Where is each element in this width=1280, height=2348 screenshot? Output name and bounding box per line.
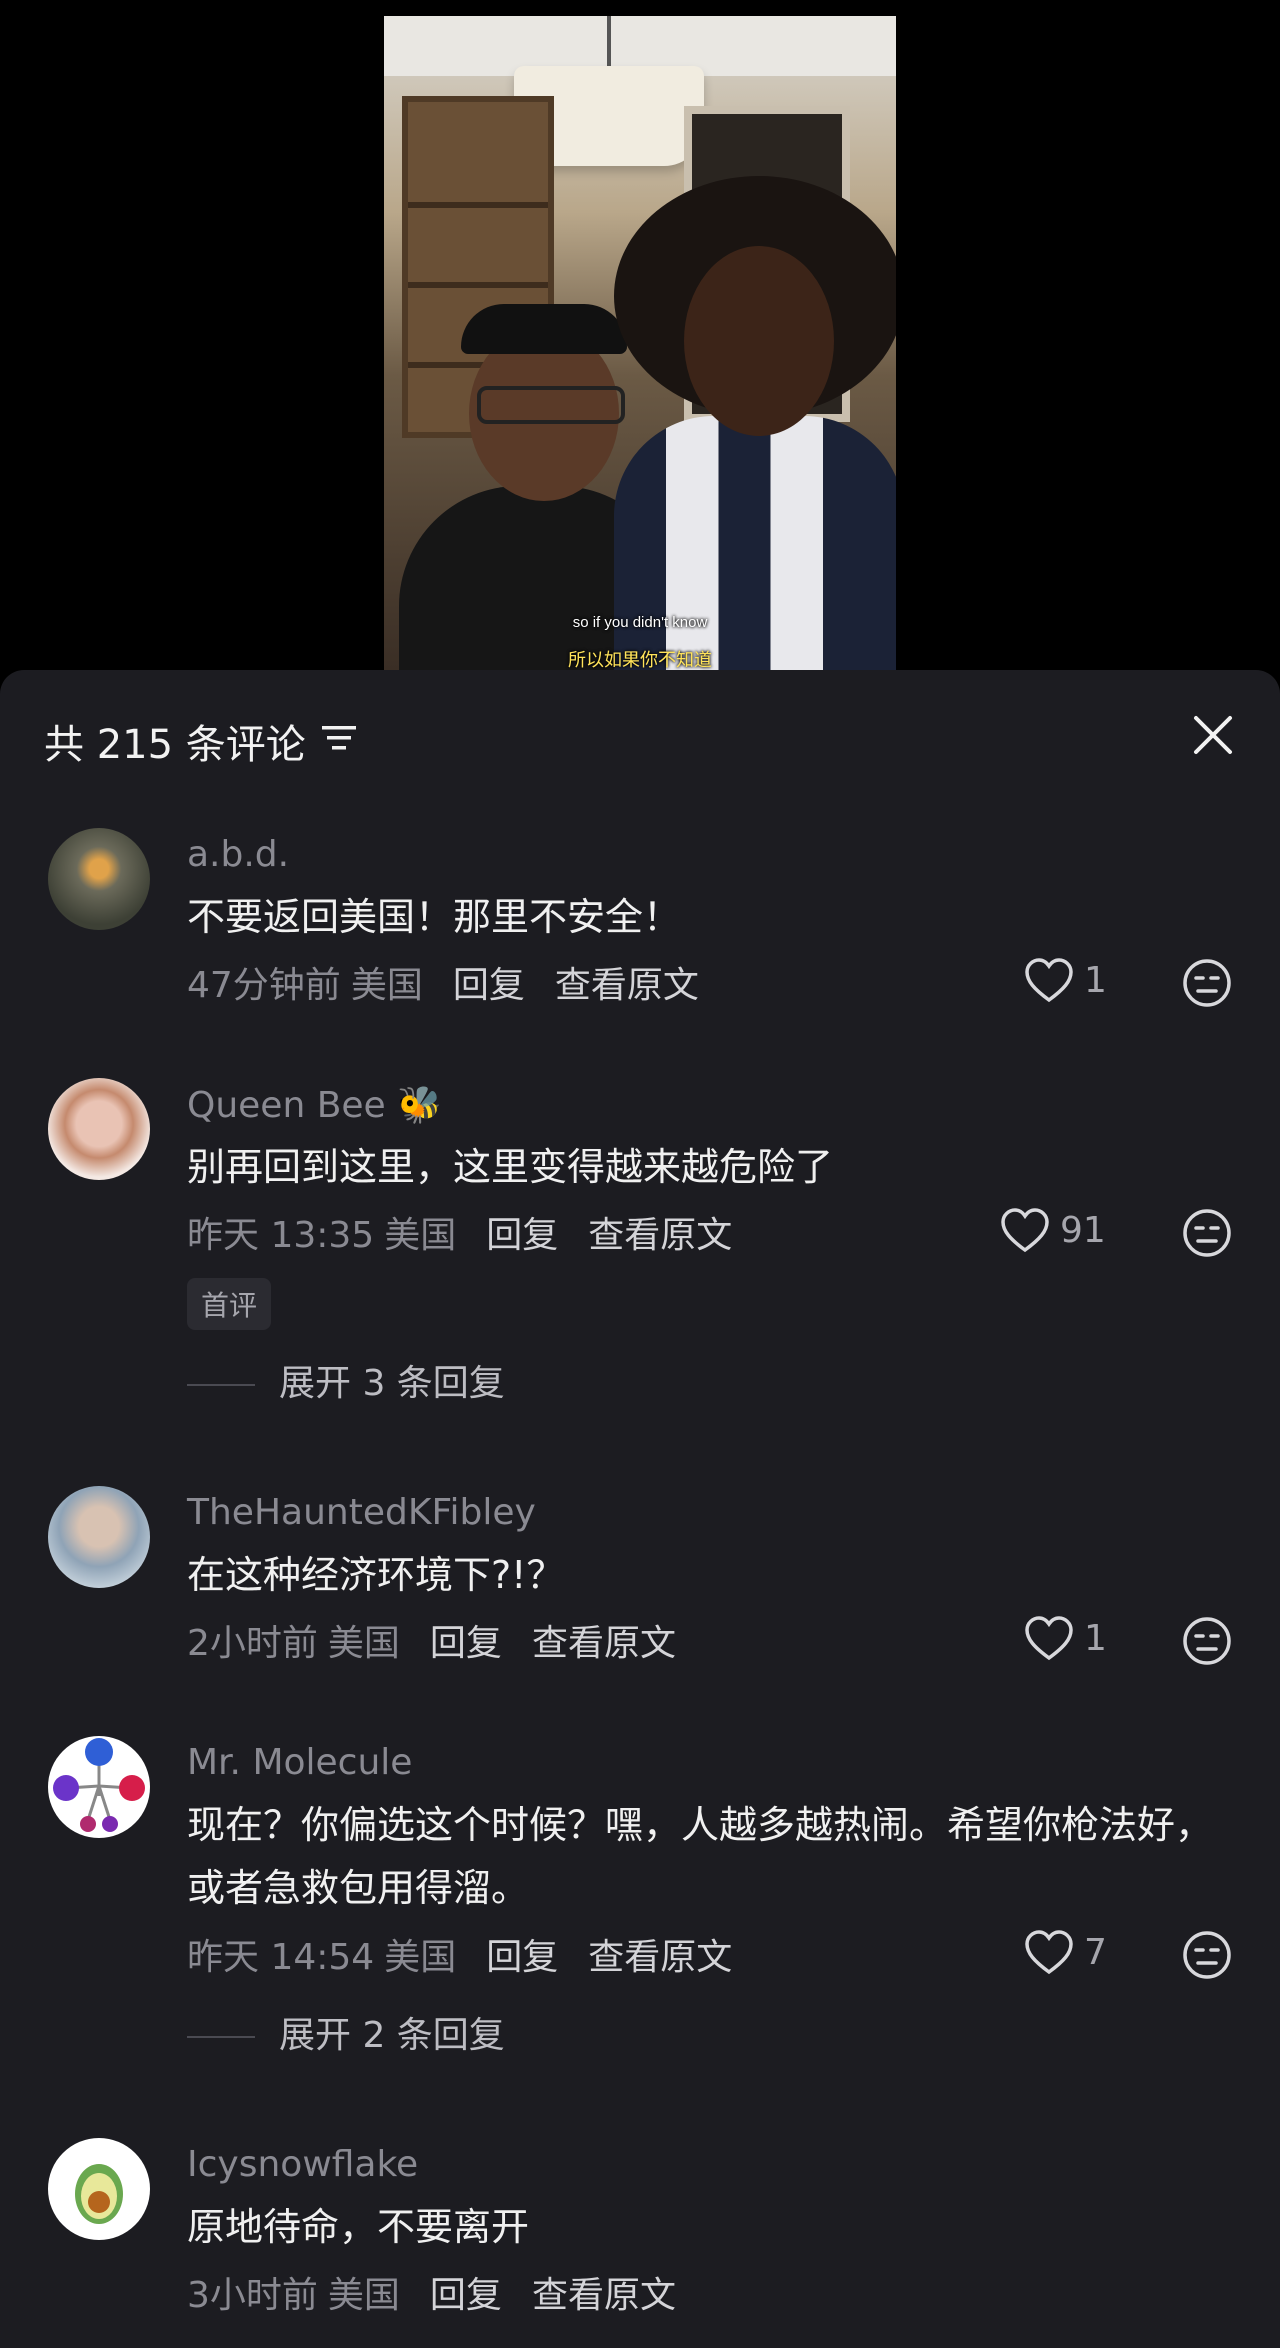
- comment-location: 美国: [384, 1215, 457, 1256]
- reply-button[interactable]: 回复: [453, 965, 525, 1006]
- expand-replies-button[interactable]: 展开 2 条回复: [187, 2006, 505, 2058]
- reaction-face-icon[interactable]: [1182, 1930, 1232, 1980]
- view-original-button[interactable]: 查看原文: [588, 1215, 732, 1256]
- expand-replies-button[interactable]: 展开 3 条回复: [187, 1354, 505, 1406]
- reply-button[interactable]: 回复: [486, 1215, 558, 1256]
- avatar[interactable]: [48, 1486, 150, 1588]
- like-button[interactable]: 7: [1024, 1930, 1144, 1980]
- comment-meta: 3小时前 美国 回复 查看原文: [187, 2266, 706, 2318]
- divider: [187, 1384, 255, 1386]
- person-right: [614, 176, 896, 670]
- comment-time: 昨天 13:35: [187, 1215, 375, 1256]
- comment-text[interactable]: 在这种经济环境下?!？: [187, 1544, 1227, 1607]
- comments-count-title: 共 215 条评论: [44, 722, 306, 768]
- expand-replies-label: 展开 2 条回复: [279, 2015, 505, 2056]
- comment-meta: 2小时前 美国 回复 查看原文: [187, 1614, 706, 1666]
- comment-location: 美国: [384, 1937, 457, 1978]
- comment-location: 美国: [327, 1623, 400, 1664]
- comment-location: 美国: [327, 2275, 400, 2316]
- like-count: 7: [1084, 1932, 1107, 1973]
- like-button[interactable]: 91: [1000, 1208, 1120, 1258]
- reply-button[interactable]: 回复: [430, 1623, 502, 1664]
- first-comment-badge: 首评: [187, 1278, 272, 1330]
- view-original-button[interactable]: 查看原文: [532, 2275, 676, 2316]
- divider: [187, 2036, 255, 2038]
- comment-username[interactable]: Mr. Molecule: [187, 1742, 412, 1783]
- molecule-avatar-icon: [53, 1738, 145, 1832]
- view-original-button[interactable]: 查看原文: [532, 1623, 676, 1664]
- avocado-avatar-icon: [75, 2164, 123, 2224]
- comment-meta: 昨天 13:35 美国 回复 查看原文: [187, 1206, 762, 1258]
- expand-replies-label: 展开 3 条回复: [279, 1363, 505, 1404]
- reply-button[interactable]: 回复: [486, 1937, 558, 1978]
- view-original-button[interactable]: 查看原文: [588, 1937, 732, 1978]
- reply-button[interactable]: 回复: [430, 2275, 502, 2316]
- view-original-button[interactable]: 查看原文: [555, 965, 699, 1006]
- reaction-face-icon[interactable]: [1182, 1208, 1232, 1258]
- comment-username[interactable]: Icysnowflake: [187, 2144, 418, 2185]
- comment-username[interactable]: a.b.d.: [187, 834, 289, 875]
- avatar[interactable]: [48, 1078, 150, 1180]
- comment-meta: 47分钟前 美国 回复 查看原文: [187, 956, 729, 1008]
- reaction-face-icon[interactable]: [1182, 958, 1232, 1008]
- comment-meta: 昨天 14:54 美国 回复 查看原文: [187, 1928, 762, 1980]
- like-button[interactable]: 1: [1024, 958, 1144, 1008]
- close-icon[interactable]: [1190, 712, 1236, 758]
- subtitle-chinese: 所以如果你不知道: [568, 650, 712, 670]
- comment-time: 47分钟前: [187, 965, 341, 1006]
- comment-text[interactable]: 现在？你偏选这个时候？嘿，人越多越热闹。希望你枪法好，或者急救包用得溜。: [187, 1794, 1227, 1920]
- comment-time: 2小时前: [187, 1623, 318, 1664]
- sort-filter-icon[interactable]: [322, 724, 356, 752]
- comment-time: 昨天 14:54: [187, 1937, 375, 1978]
- avatar[interactable]: [48, 2138, 150, 2240]
- lamp-cord: [607, 16, 611, 68]
- reaction-face-icon[interactable]: [1182, 1616, 1232, 1666]
- like-count: 91: [1060, 1210, 1106, 1251]
- subtitle-english: so if you didn't know: [572, 614, 708, 631]
- heart-icon: [1025, 1616, 1073, 1661]
- comment-text[interactable]: 原地待命，不要离开: [187, 2196, 1227, 2259]
- video-player[interactable]: so if you didn't know 所以如果你不知道: [384, 16, 896, 670]
- comment-text[interactable]: 不要返回美国！那里不安全！: [187, 886, 1227, 949]
- avatar[interactable]: [48, 828, 150, 930]
- avatar[interactable]: [48, 1736, 150, 1838]
- comment-username[interactable]: Queen Bee 🐝: [187, 1084, 442, 1126]
- comments-panel: 共 215 条评论 a.b.d. 不要返回美国！那里不安全！ 47分钟前 美国 回复…: [0, 670, 1280, 2348]
- like-count: 1: [1084, 960, 1107, 1001]
- like-button[interactable]: 1: [1024, 1616, 1144, 1666]
- heart-icon: [1025, 1930, 1073, 1975]
- heart-icon: [1025, 958, 1073, 1003]
- comment-text[interactable]: 别再回到这里，这里变得越来越危险了: [187, 1136, 1227, 1199]
- like-count: 1: [1084, 1618, 1107, 1659]
- comment-username[interactable]: TheHauntedKFibley: [187, 1492, 536, 1533]
- comment-location: 美国: [350, 965, 423, 1006]
- comment-time: 3小时前: [187, 2275, 318, 2316]
- heart-icon: [1001, 1208, 1049, 1253]
